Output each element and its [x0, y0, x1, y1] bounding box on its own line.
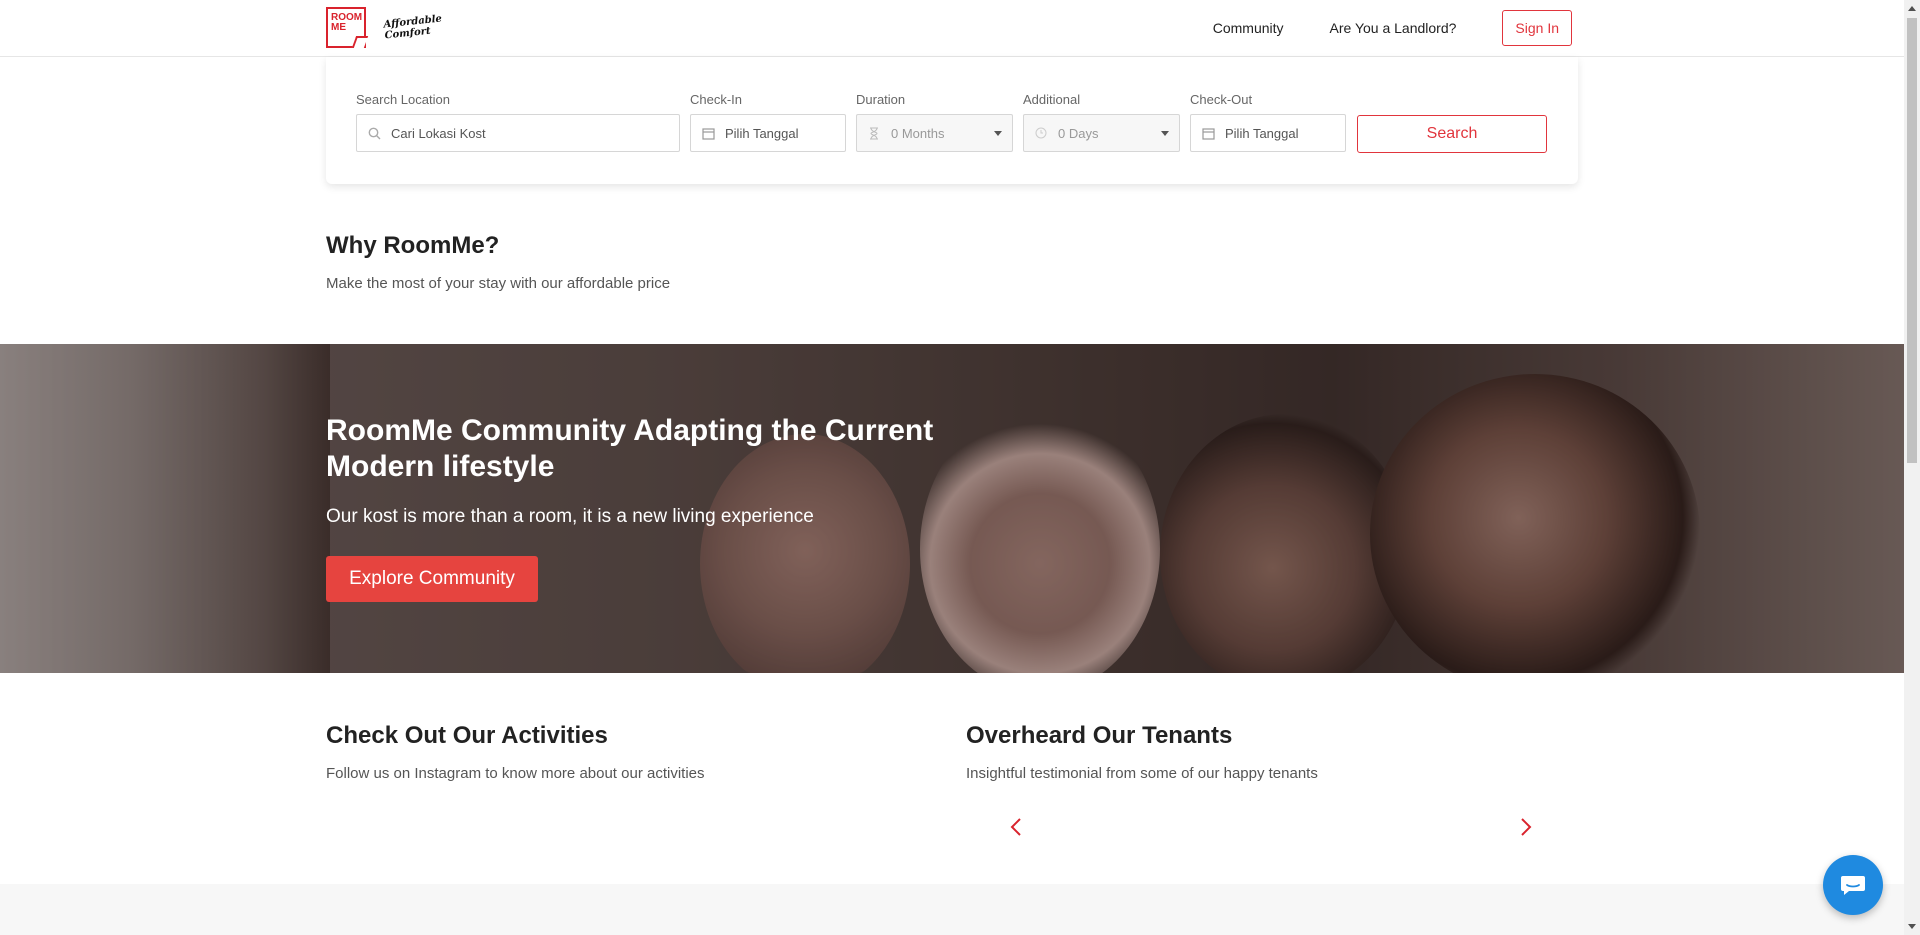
search-button[interactable]: Search	[1357, 115, 1547, 153]
explore-community-button[interactable]: Explore Community	[326, 556, 538, 602]
duration-label: Duration	[856, 92, 906, 107]
location-placeholder: Cari Lokasi Kost	[391, 125, 486, 141]
nav-landlord[interactable]: Are You a Landlord?	[1330, 20, 1457, 36]
duration-select[interactable]: 0 Months	[856, 114, 1013, 152]
chevron-down-icon	[994, 130, 1002, 136]
hero-overlay	[0, 344, 1904, 673]
tenants-title: Overheard Our Tenants	[966, 722, 1233, 749]
main-nav: Community Are You a Landlord? Sign In	[1167, 10, 1572, 46]
duration-value: 0 Months	[891, 125, 945, 141]
location-input[interactable]: Cari Lokasi Kost	[356, 114, 680, 152]
additional-value: 0 Days	[1058, 125, 1099, 141]
duration-field: Duration 0 Months	[856, 92, 1013, 152]
why-title: Why RoomMe?	[326, 232, 500, 259]
why-subtitle: Make the most of your stay with our affo…	[326, 275, 671, 292]
clock-icon	[1034, 126, 1048, 140]
checkin-input[interactable]: Pilih Tanggal	[690, 114, 846, 152]
checkout-value: Pilih Tanggal	[1225, 125, 1299, 141]
logo-mark: ROOM ME	[326, 7, 366, 48]
location-label: Search Location	[356, 92, 450, 107]
activities-subtitle: Follow us on Instagram to know more abou…	[326, 765, 705, 782]
calendar-icon	[1201, 126, 1215, 140]
site-header: ROOM ME Affordable Comfort Community Are…	[0, 0, 1904, 57]
location-field: Search Location Cari Lokasi Kost	[356, 92, 680, 152]
footer-section	[0, 884, 1904, 935]
checkin-value: Pilih Tanggal	[725, 125, 799, 141]
activities-title: Check Out Our Activities	[326, 722, 608, 749]
sign-in-button[interactable]: Sign In	[1502, 10, 1572, 46]
hourglass-icon	[867, 126, 881, 140]
additional-label: Additional	[1023, 92, 1081, 107]
chevron-right-icon[interactable]	[1508, 812, 1544, 842]
chevron-left-icon[interactable]	[998, 812, 1034, 842]
additional-field: Additional 0 Days	[1023, 92, 1180, 152]
roomme-logo[interactable]: ROOM ME Affordable Comfort	[326, 7, 443, 48]
calendar-icon	[701, 126, 715, 140]
tenants-subtitle: Insightful testimonial from some of our …	[966, 765, 1318, 782]
checkin-label: Check-In	[690, 92, 743, 107]
checkout-label: Check-Out	[1190, 92, 1253, 107]
scroll-down-icon[interactable]	[1908, 924, 1916, 929]
additional-select[interactable]: 0 Days	[1023, 114, 1180, 152]
checkout-field: Check-Out Pilih Tanggal	[1190, 92, 1346, 152]
hero-subtitle: Our kost is more than a room, it is a ne…	[326, 506, 814, 527]
search-card: Search Location Cari Lokasi Kost Check-I…	[326, 57, 1578, 184]
community-hero-banner: RoomMe Community Adapting the Current Mo…	[0, 344, 1904, 673]
checkin-field: Check-In Pilih Tanggal	[690, 92, 846, 152]
chevron-down-icon	[1161, 130, 1169, 136]
logo-tagline: Affordable Comfort	[382, 12, 443, 41]
chat-widget-button[interactable]	[1823, 855, 1883, 915]
chat-bubble-icon	[1841, 876, 1865, 895]
scroll-up-icon[interactable]	[1908, 6, 1916, 11]
nav-community[interactable]: Community	[1213, 20, 1284, 36]
checkout-input[interactable]: Pilih Tanggal	[1190, 114, 1346, 152]
scrollbar-thumb[interactable]	[1907, 18, 1917, 463]
page-scrollbar[interactable]	[1904, 0, 1920, 935]
hero-title: RoomMe Community Adapting the Current Mo…	[326, 414, 934, 483]
search-icon	[367, 126, 381, 140]
